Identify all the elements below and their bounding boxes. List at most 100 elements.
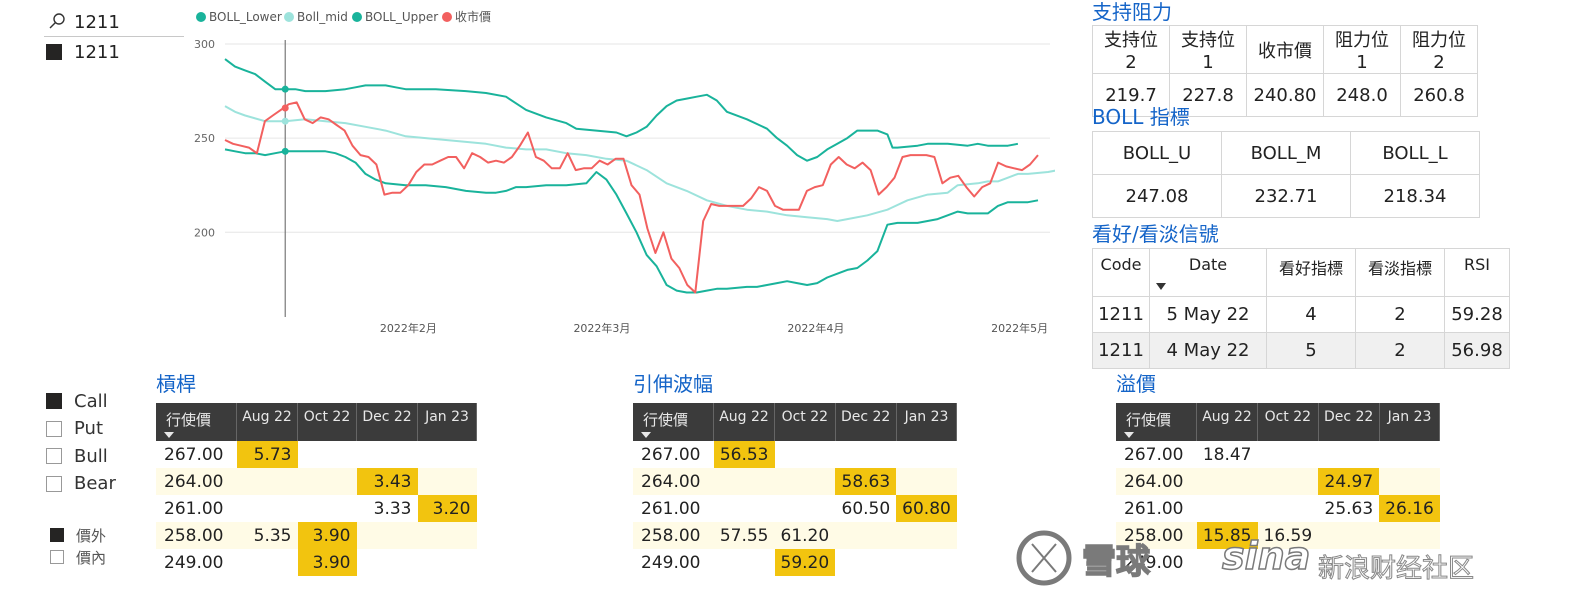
strike-header[interactable]: 行使價: [156, 403, 237, 441]
search-value[interactable]: 1211: [74, 12, 120, 33]
implied-volatility-title: 引伸波幅: [633, 372, 713, 396]
value-cell: 24.97: [1318, 468, 1380, 495]
strike-header[interactable]: 行使價: [1116, 403, 1197, 441]
checkbox-icon[interactable]: [46, 475, 62, 492]
sr-value-cell: 248.0: [1323, 73, 1401, 117]
table-row: 1211 5 May 22 4 2 59.28: [1092, 296, 1510, 333]
expiry-column-header[interactable]: Aug 22: [713, 403, 775, 441]
sort-desc-icon[interactable]: [164, 432, 174, 438]
expiry-column-header[interactable]: Oct 22: [297, 403, 357, 441]
moneyness-label: 價外: [76, 526, 107, 545]
signals-header-cell: 看好指標: [1266, 248, 1356, 297]
sort-desc-icon[interactable]: [1124, 432, 1134, 438]
signals-cell: 1211: [1092, 332, 1150, 369]
boll-header-cell: BOLL_U: [1092, 131, 1222, 175]
strike-cell: 249.00: [164, 552, 224, 573]
signals-header-cell: 看淡指標: [1355, 248, 1445, 297]
option-type-put[interactable]: Put: [46, 418, 103, 440]
expiry-column-header[interactable]: Jan 23: [1379, 403, 1441, 441]
checkbox-icon[interactable]: [46, 448, 62, 464]
moneyness-option-0[interactable]: 價外: [50, 524, 106, 546]
legend-marker: [442, 12, 452, 22]
checkbox-icon[interactable]: [46, 393, 62, 409]
option-type-label: Put: [74, 418, 104, 439]
sina-community-text: 新浪财经社区: [1317, 554, 1475, 585]
strike-cell: 261.00: [1124, 498, 1184, 519]
expiry-column-header[interactable]: Oct 22: [1257, 403, 1319, 441]
value-cell: 3.20: [417, 495, 477, 522]
value-cell: 3.90: [297, 549, 357, 576]
sort-desc-icon[interactable]: [641, 432, 651, 438]
strike-header-label: 行使價: [166, 411, 212, 429]
strike-header-label: 行使價: [643, 411, 689, 429]
expiry-column-header[interactable]: Dec 22: [356, 403, 418, 441]
value-cell: [774, 468, 836, 495]
table-row: 261.00 60.50 60.80: [633, 495, 957, 522]
value-cell: [896, 522, 957, 549]
expiry-column-header[interactable]: Aug 22: [1196, 403, 1258, 441]
support-resistance-title: 支持阻力: [1092, 0, 1172, 24]
signals-cell: 5 May 22: [1149, 296, 1267, 333]
value-cell: [1318, 441, 1379, 468]
value-cell: 57.55: [713, 522, 775, 549]
strike-cell: 258.00: [633, 522, 714, 549]
strike-cell: 267.00: [1124, 444, 1184, 465]
slicer-item-stock[interactable]: 1211: [46, 41, 120, 63]
stock-search-box[interactable]: 1211: [44, 8, 184, 37]
strike-cell: 261.00: [164, 498, 224, 519]
value-cell: [1258, 441, 1319, 468]
expiry-column-header[interactable]: Jan 23: [896, 403, 958, 441]
y-tick-label: 200: [194, 226, 215, 239]
signals-header-label: RSI: [1464, 255, 1490, 274]
option-type-label: Bull: [74, 445, 108, 467]
value-cell: [417, 468, 477, 495]
checkbox-icon[interactable]: [46, 44, 62, 60]
sort-desc-icon[interactable]: [1156, 283, 1166, 290]
signals-header-label: 看淡指標: [1367, 259, 1432, 278]
signals-cell: 56.98: [1444, 332, 1510, 369]
option-type-label: Bear: [74, 473, 116, 494]
value-cell: [1379, 522, 1440, 549]
value-cell: [1197, 495, 1258, 522]
signals-header-cell: RSI: [1444, 248, 1510, 297]
sr-header-cell: 支持位1: [1169, 25, 1247, 74]
expiry-column-header[interactable]: Dec 22: [1318, 403, 1380, 441]
value-cell: [357, 549, 418, 576]
table-row: 1211 4 May 22 5 2 56.98: [1092, 332, 1510, 369]
sr-header-cell: 支持位2: [1092, 25, 1170, 74]
value-cell: [356, 522, 418, 549]
boll-indicator-table: BOLL_U BOLL_M BOLL_L 247.08 232.71 218.34: [1092, 131, 1480, 218]
value-cell: [237, 495, 298, 522]
table-row: 258.00 5.35 3.90: [156, 522, 477, 549]
option-type-bull[interactable]: Bull: [46, 445, 108, 467]
strike-header[interactable]: 行使價: [633, 403, 714, 441]
xueqiu-watermark-text: 雪球: [1081, 541, 1151, 583]
strike-cell: 258.00: [156, 522, 237, 549]
table-row: 261.00 25.63 26.16: [1116, 495, 1440, 522]
signals-cell: 5: [1266, 332, 1356, 369]
expiry-column-header[interactable]: Dec 22: [835, 403, 897, 441]
signals-header-cell[interactable]: Date: [1149, 248, 1267, 297]
checkbox-icon[interactable]: [50, 528, 64, 542]
expiry-column-header[interactable]: Jan 23: [417, 403, 477, 441]
xueqiu-logo-icon: [1016, 530, 1072, 586]
option-type-bear[interactable]: Bear: [46, 473, 116, 495]
value-cell: 5.73: [236, 441, 298, 468]
checkbox-icon[interactable]: [46, 420, 62, 437]
value-cell: [1257, 468, 1319, 495]
table-row: 264.00 58.63: [633, 468, 957, 495]
checkbox-icon[interactable]: [50, 550, 64, 564]
expiry-column-header[interactable]: Aug 22: [236, 403, 298, 441]
leverage-matrix: 行使價 Aug 22 Oct 22 Dec 22 Jan 23 267.00 5.73 264…: [156, 403, 477, 576]
hover-point: [281, 147, 289, 155]
expiry-column-header[interactable]: Oct 22: [774, 403, 836, 441]
signals-cell: 1211: [1092, 296, 1150, 333]
value-cell: [713, 468, 775, 495]
option-type-call[interactable]: Call: [46, 390, 108, 412]
moneyness-option-1[interactable]: 價內: [50, 546, 106, 568]
series-line-2: [224, 148, 1039, 294]
strike-cell: 264.00: [1116, 468, 1197, 495]
implied-volatility-matrix: 行使價 Aug 22 Oct 22 Dec 22 Jan 23 267.00 56.53 26…: [633, 403, 958, 576]
value-cell: [298, 495, 357, 522]
table-row: 267.00 18.47: [1116, 441, 1440, 468]
